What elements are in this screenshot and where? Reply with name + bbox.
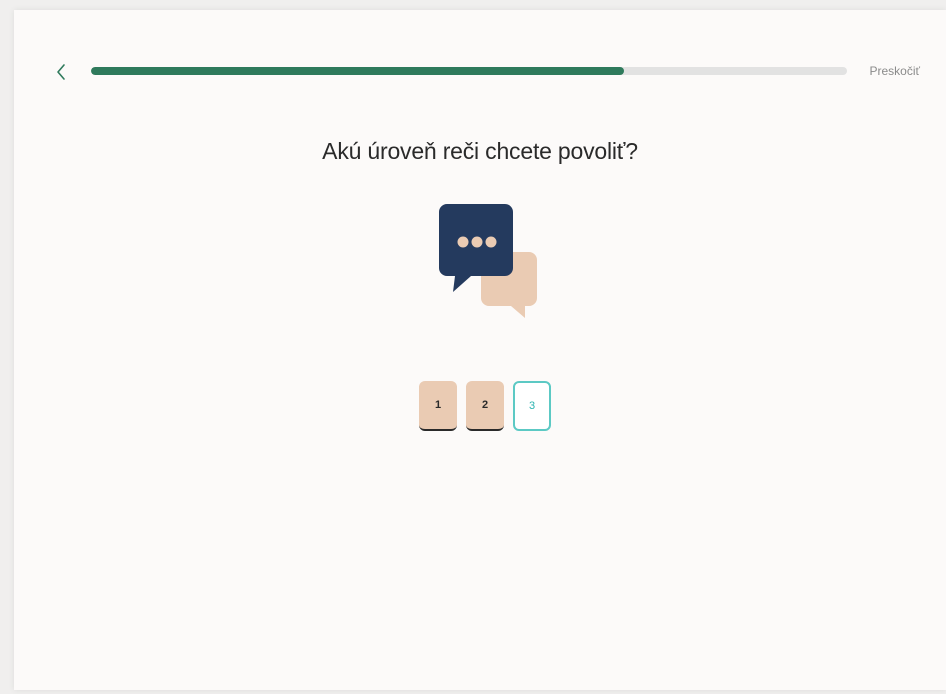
progress-bar (91, 67, 847, 75)
speech-bubbles-icon (439, 204, 537, 318)
skip-link[interactable]: Preskočiť (869, 64, 920, 78)
level-option-1[interactable]: 1 (419, 381, 457, 431)
back-button[interactable] (54, 62, 70, 82)
progress-fill (91, 67, 624, 75)
level-option-2[interactable]: 2 (466, 381, 504, 431)
chevron-left-icon (57, 64, 65, 80)
question-title: Akú úroveň reči chcete povoliť? (322, 138, 638, 164)
dot (471, 236, 483, 248)
level-selector: 1 2 3 (419, 381, 551, 431)
app-screen: Preskočiť Akú úroveň reči chcete povoliť… (14, 10, 946, 690)
dot (457, 236, 469, 248)
level-option-3[interactable]: 3 (513, 381, 551, 431)
dot (485, 236, 497, 248)
